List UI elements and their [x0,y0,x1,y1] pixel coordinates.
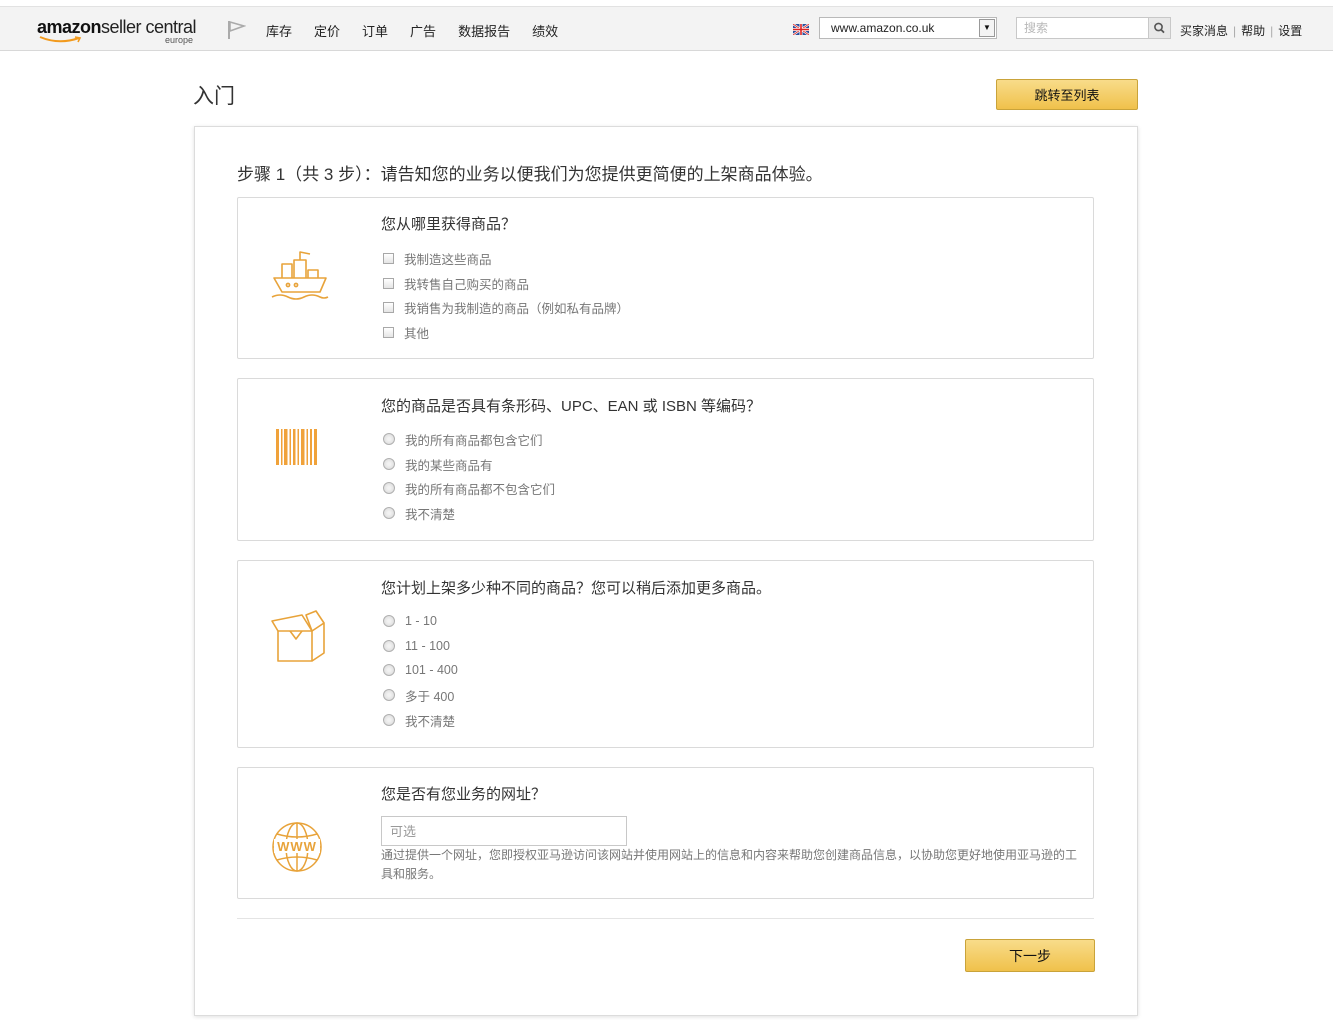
option-label: 其他 [404,326,430,341]
utility-links: 买家消息 | 帮助 | 设置 [1180,22,1302,39]
option-more-than-400[interactable]: 多于 400 [383,686,454,704]
box-icon [271,610,325,662]
question-product-count: 您计划上架多少种不同的商品？您可以稍后添加更多商品。 1 - 10 11 - 1… [237,560,1094,748]
uk-flag-icon [793,24,809,35]
nav-reports[interactable]: 数据报告 [458,21,510,40]
ship-icon [271,251,329,300]
nav-advertising[interactable]: 广告 [410,21,436,40]
footer-divider [237,918,1094,919]
radio-button[interactable] [383,640,395,652]
buyer-messages-link[interactable]: 买家消息 [1180,22,1228,39]
settings-link[interactable]: 设置 [1278,22,1302,39]
question-title: 您是否有您业务的网址？ [381,786,547,803]
radio-button[interactable] [383,615,395,627]
checkbox[interactable] [383,326,394,338]
nav-performance[interactable]: 绩效 [532,21,558,40]
option-manufacture[interactable]: 我制造这些商品 [383,249,492,267]
svg-text:WWW: WWW [277,839,317,854]
option-all-have-codes[interactable]: 我的所有商品都包含它们 [383,430,543,448]
search-input[interactable] [1016,17,1148,39]
option-label: 我转售自己购买的商品 [404,277,530,292]
option-101-400[interactable]: 101 - 400 [383,661,458,679]
option-label: 多于 400 [405,689,455,704]
search-icon [1154,22,1165,34]
radio-button[interactable] [383,689,395,701]
option-label: 11 - 100 [405,639,450,653]
chevron-down-icon[interactable]: ▼ [979,19,995,37]
next-step-button[interactable]: 下一步 [965,939,1095,972]
marketplace-value: www.amazon.co.uk [831,21,935,35]
option-label: 我制造这些商品 [404,252,492,267]
option-label: 我不清楚 [405,507,456,522]
option-label: 我的某些商品有 [405,458,493,473]
nav-inventory[interactable]: 库存 [266,21,292,40]
radio-button[interactable] [383,714,395,726]
question-title: 您从哪里获得商品？ [381,216,517,233]
question-title: 您计划上架多少种不同的商品？您可以稍后添加更多商品。 [381,580,772,597]
checkbox[interactable] [383,252,394,264]
nav-orders[interactable]: 订单 [362,21,388,40]
website-help-text: 通过提供一个网址，您即授权亚马逊访问该网站并使用网站上的信息和内容来帮助您创建商… [381,848,1078,881]
page-title: 入门 [193,85,235,108]
checkbox[interactable] [383,277,394,289]
search-button[interactable] [1148,17,1171,39]
checkbox[interactable] [383,301,394,313]
link-separator: | [1270,23,1274,38]
link-separator: | [1233,23,1237,38]
radio-button[interactable] [383,664,395,676]
help-link[interactable]: 帮助 [1241,22,1265,39]
radio-button[interactable] [383,507,395,519]
option-resell[interactable]: 我转售自己购买的商品 [383,274,529,292]
question-product-source: 您从哪里获得商品？ 我制造这些商品 我转售自己购买的商品 我销售为我制造的商品（… [237,197,1094,359]
option-label: 我的所有商品都不包含它们 [405,482,556,497]
barcode-icon [276,429,317,465]
question-website: WWW 您是否有您业务的网址？ 通过提供一个网址，您即授权亚马逊访问该网站并使用… [237,767,1094,899]
radio-button[interactable] [383,433,395,445]
logo-amazon-text: amazon [37,17,102,37]
option-not-sure[interactable]: 我不清楚 [383,504,455,522]
option-other[interactable]: 其他 [383,323,429,341]
top-navigation-bar: amazon seller central europe 库存 定价 订单 广告… [0,6,1333,51]
step-title: 步骤 1（共 3 步）：请告知您的业务以便我们为您提供更简便的上架商品体验。 [237,165,823,184]
option-none-have-codes[interactable]: 我的所有商品都不包含它们 [383,479,555,497]
marketplace-select[interactable]: www.amazon.co.uk ▼ [819,17,997,39]
question-barcodes: 您的商品是否具有条形码、UPC、EAN 或 ISBN 等编码？ 我的所有商品都包… [237,378,1094,541]
option-private-label[interactable]: 我销售为我制造的商品（例如私有品牌） [383,298,629,316]
option-some-have-codes[interactable]: 我的某些商品有 [383,455,493,473]
www-globe-icon: WWW [272,822,322,872]
jump-to-listings-button[interactable]: 跳转至列表 [996,79,1138,110]
option-11-100[interactable]: 11 - 100 [383,637,450,655]
option-label: 1 - 10 [405,614,437,628]
website-url-input[interactable] [381,816,627,846]
option-label: 101 - 400 [405,663,458,677]
option-label: 我不清楚 [405,714,456,729]
question-title: 您的商品是否具有条形码、UPC、EAN 或 ISBN 等编码？ [381,398,762,415]
option-not-sure[interactable]: 我不清楚 [383,711,455,729]
seller-central-logo[interactable]: amazon seller central europe [37,17,202,49]
amazon-smile-icon [39,36,82,43]
option-1-10[interactable]: 1 - 10 [383,612,437,630]
main-nav: 库存 定价 订单 广告 数据报告 绩效 [266,21,580,40]
nav-pricing[interactable]: 定价 [314,21,340,40]
radio-button[interactable] [383,482,395,494]
logo-region-text: europe [165,35,194,45]
option-label: 我的所有商品都包含它们 [405,433,543,448]
flag-icon[interactable] [226,19,246,41]
option-label: 我销售为我制造的商品（例如私有品牌） [404,301,630,316]
radio-button[interactable] [383,458,395,470]
